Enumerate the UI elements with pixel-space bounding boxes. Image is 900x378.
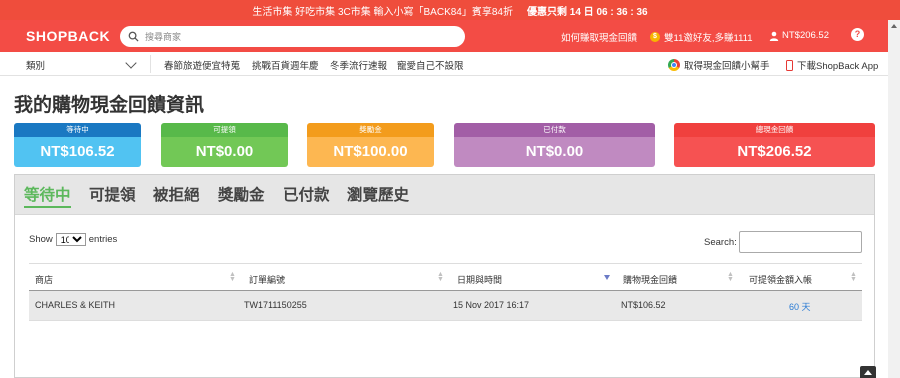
back-to-top-icon[interactable] bbox=[860, 366, 876, 378]
page-title: 我的購物現金回饋資訊 bbox=[14, 95, 205, 116]
invite-friends-link[interactable]: $ 雙11邀好友,多賺1111 bbox=[650, 30, 753, 44]
sort-icon[interactable]: ▲ ▼ bbox=[437, 271, 444, 283]
card-label: 可提領 bbox=[161, 123, 288, 137]
summary-card-withdrawable[interactable]: 可提領 NT$0.00 bbox=[161, 123, 288, 167]
help-icon[interactable]: ? bbox=[851, 28, 864, 41]
status-tabs: 等待中 可提領 被拒絕 獎勵金 已付款 瀏覽歷史 bbox=[15, 175, 874, 215]
cashback-panel: 等待中 可提領 被拒絕 獎勵金 已付款 瀏覽歷史 Show 10 entries… bbox=[14, 174, 875, 378]
promo-text: 生活市集 好吃市集 3C市集 輸入小寫「BACK84」賓享84折 bbox=[252, 6, 513, 18]
app-download-label: 下載ShopBack App bbox=[797, 61, 879, 72]
how-to-earn-link[interactable]: 如何賺取現金回饋 bbox=[561, 30, 637, 44]
card-label: 已付款 bbox=[454, 123, 655, 137]
phone-icon bbox=[786, 59, 793, 71]
summary-card-total[interactable]: 總現金回饋 NT$206.52 bbox=[674, 123, 875, 167]
orders-table: 商店 ▲ ▼ 訂單編號 ▲ ▼ 日期與時間 購物現金回饋 ▲ ▼ 可提領金額入帳 ▲ ▼… bbox=[29, 263, 862, 321]
col-header-order-id[interactable]: 訂單編號 bbox=[249, 273, 285, 286]
page-scrollbar[interactable] bbox=[888, 20, 900, 378]
card-label: 獎勵金 bbox=[307, 123, 434, 137]
invite-friends-label: 雙11邀好友,多賺1111 bbox=[664, 33, 753, 44]
shopback-logo[interactable]: SHOPBACK bbox=[26, 28, 110, 44]
card-label: 總現金回饋 bbox=[674, 123, 875, 137]
app-download-link[interactable]: 下載ShopBack App bbox=[786, 58, 878, 72]
table-row[interactable]: CHARLES & KEITH TW1711150255 15 Nov 2017… bbox=[29, 291, 862, 321]
summary-card-pending[interactable]: 等待中 NT$106.52 bbox=[14, 123, 141, 167]
tab-browsing-history[interactable]: 瀏覽歷史 bbox=[347, 183, 409, 205]
search-input[interactable] bbox=[145, 31, 445, 42]
cell-datetime: 15 Nov 2017 16:17 bbox=[453, 300, 530, 310]
nav-link-department-store[interactable]: 挑戰百貨週年慶 bbox=[252, 58, 319, 72]
balance-amount: NT$206.52 bbox=[782, 30, 830, 41]
extension-label: 取得現金回饋小幫手 bbox=[684, 61, 770, 72]
cell-store: CHARLES & KEITH bbox=[35, 300, 116, 310]
cell-cashback: NT$106.52 bbox=[621, 300, 666, 310]
sort-desc-icon[interactable] bbox=[604, 275, 610, 280]
cell-available-in[interactable]: 60 天 bbox=[789, 300, 811, 313]
chevron-down-icon[interactable] bbox=[125, 57, 137, 69]
show-label: Show bbox=[29, 234, 53, 245]
category-nav: 類別 春節旅遊便宜特蒐 挑戰百貨週年慶 冬季流行速報 寵愛自己不設限 取得現金回… bbox=[0, 52, 888, 76]
entries-label: entries bbox=[88, 234, 118, 245]
sort-icon[interactable]: ▲ ▼ bbox=[850, 271, 857, 283]
table-search-input[interactable] bbox=[739, 231, 862, 253]
summary-card-bonus[interactable]: 獎勵金 NT$100.00 bbox=[307, 123, 434, 167]
promo-banner[interactable]: 生活市集 好吃市集 3C市集 輸入小寫「BACK84」賓享84折 優惠只剩 14… bbox=[0, 0, 900, 20]
chrome-icon bbox=[668, 59, 680, 71]
account-balance-link[interactable]: NT$206.52 bbox=[769, 30, 829, 41]
sort-icon[interactable]: ▲ ▼ bbox=[727, 271, 734, 283]
tab-paid[interactable]: 已付款 bbox=[283, 183, 330, 205]
search-icon bbox=[128, 31, 139, 42]
tab-bonus[interactable]: 獎勵金 bbox=[218, 183, 265, 205]
card-value: NT$106.52 bbox=[14, 137, 141, 167]
table-header: 商店 ▲ ▼ 訂單編號 ▲ ▼ 日期與時間 購物現金回饋 ▲ ▼ 可提領金額入帳 ▲ ▼ bbox=[29, 263, 862, 291]
coin-icon: $ bbox=[650, 32, 660, 42]
entries-select[interactable]: 10 bbox=[55, 233, 86, 246]
tab-pending[interactable]: 等待中 bbox=[24, 183, 71, 208]
col-header-datetime[interactable]: 日期與時間 bbox=[457, 273, 502, 286]
tab-withdrawable[interactable]: 可提領 bbox=[89, 183, 136, 205]
card-value: NT$100.00 bbox=[307, 137, 434, 167]
category-dropdown-label[interactable]: 類別 bbox=[26, 58, 45, 72]
entries-control: Show 10 entries bbox=[29, 233, 117, 246]
search-bar[interactable] bbox=[120, 26, 465, 47]
card-value: NT$206.52 bbox=[674, 137, 875, 167]
col-header-store[interactable]: 商店 bbox=[35, 273, 53, 286]
summary-card-paid[interactable]: 已付款 NT$0.00 bbox=[454, 123, 655, 167]
col-header-cashback[interactable]: 購物現金回饋 bbox=[623, 273, 677, 286]
card-value: NT$0.00 bbox=[454, 137, 655, 167]
top-header: SHOPBACK 如何賺取現金回饋 $ 雙11邀好友,多賺1111 NT$206… bbox=[0, 20, 888, 52]
table-search-label: Search: bbox=[704, 237, 737, 248]
user-icon bbox=[769, 31, 779, 41]
extension-link[interactable]: 取得現金回饋小幫手 bbox=[668, 58, 770, 72]
sort-icon[interactable]: ▲ ▼ bbox=[229, 271, 236, 283]
tab-rejected[interactable]: 被拒絕 bbox=[153, 183, 200, 205]
nav-link-spring-travel[interactable]: 春節旅遊便宜特蒐 bbox=[164, 58, 240, 72]
cell-order-id: TW1711150255 bbox=[244, 300, 307, 310]
nav-link-winter-fashion[interactable]: 冬季流行速報 bbox=[330, 58, 387, 72]
scroll-up-arrow-icon[interactable] bbox=[891, 24, 897, 28]
col-header-available[interactable]: 可提領金額入帳 bbox=[749, 273, 812, 286]
nav-link-pamper-yourself[interactable]: 寵愛自己不設限 bbox=[397, 58, 464, 72]
promo-countdown: 優惠只剩 14 日 06 : 36 : 36 bbox=[527, 6, 648, 18]
card-value: NT$0.00 bbox=[161, 137, 288, 167]
card-label: 等待中 bbox=[14, 123, 141, 137]
nav-divider bbox=[150, 55, 151, 73]
